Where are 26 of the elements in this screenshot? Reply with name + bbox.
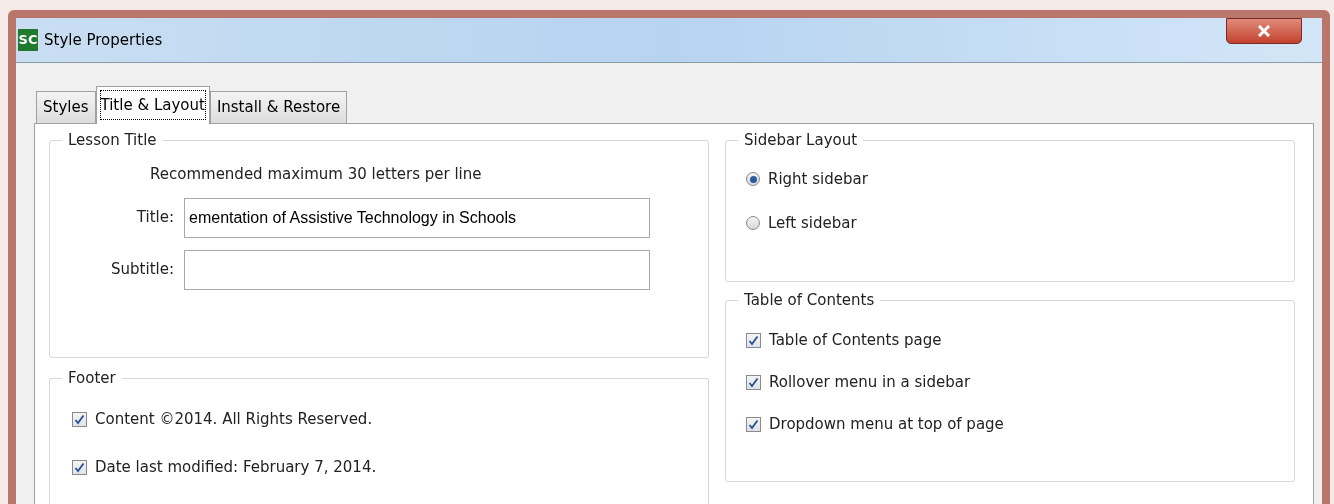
tab[interactable]: Title & Layout <box>95 86 210 124</box>
checkbox[interactable] <box>746 374 761 390</box>
radio-label: Left sidebar <box>768 212 857 234</box>
window-title: Style Properties <box>44 29 163 51</box>
field-label: Title: <box>135 207 175 229</box>
checkbox-label: Table of Contents page <box>769 329 942 351</box>
checkbox[interactable] <box>72 411 87 427</box>
tab[interactable]: Install & Restore <box>209 91 348 123</box>
checkbox-label: Dropdown menu at top of page <box>769 413 1004 435</box>
text-field[interactable]: ementation of Assistive Technology in Schools <box>184 197 650 238</box>
hint-text: Recommended maximum 30 letters per line <box>149 164 483 185</box>
app-logo-icon: SC <box>18 29 38 51</box>
checkbox[interactable] <box>746 332 761 348</box>
radio-label: Right sidebar <box>768 168 868 190</box>
radio-button[interactable] <box>746 216 760 230</box>
text-field[interactable] <box>184 249 650 290</box>
checkbox[interactable] <box>746 416 761 432</box>
checkbox[interactable] <box>72 459 87 475</box>
close-icon <box>1257 25 1271 37</box>
checkbox-label: Date last modified: February 7, 2014. <box>95 456 377 478</box>
close-button[interactable] <box>1226 18 1302 44</box>
checkbox-label: Content ©2014. All Rights Reserved. <box>95 408 373 430</box>
tab[interactable]: Styles <box>36 91 96 123</box>
radio-button[interactable] <box>746 172 760 186</box>
checkbox-label: Rollover menu in a sidebar <box>769 371 971 393</box>
field-label: Subtitle: <box>110 259 175 281</box>
